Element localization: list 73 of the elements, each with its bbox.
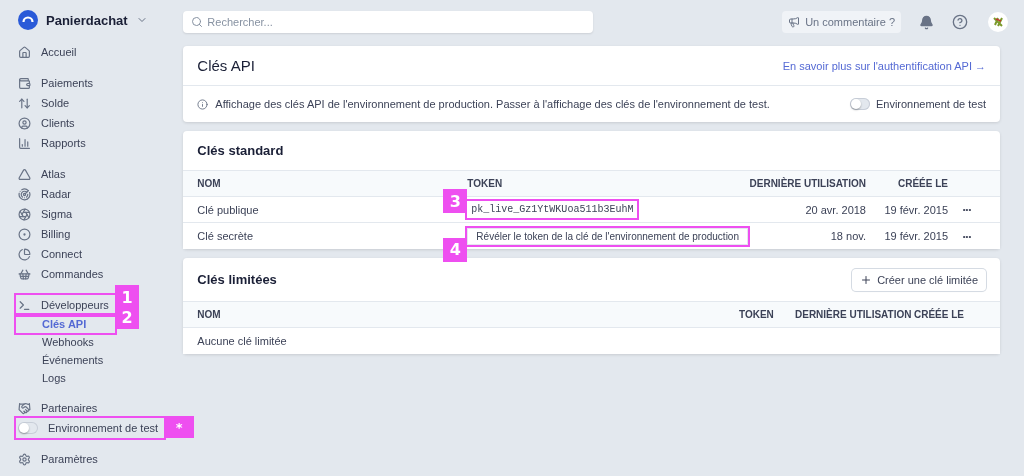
test-mode-toggle[interactable]: Environnement de test <box>849 98 986 110</box>
handshake-icon <box>18 401 31 415</box>
wallet-icon <box>18 76 31 90</box>
sidebar-item[interactable]: Radar <box>18 184 71 204</box>
key-name: Clé publique <box>197 203 260 216</box>
column-header: CRÉÉE LE <box>897 178 948 189</box>
sidebar-item[interactable]: Partenaires <box>18 398 98 418</box>
sidebar-item[interactable]: Clients <box>18 113 75 133</box>
column-header: NOM <box>197 309 222 320</box>
search-field[interactable]: Rechercher... <box>183 11 594 33</box>
sidebar-item[interactable]: Rapports <box>18 133 86 153</box>
logo-icon <box>18 10 38 30</box>
column-header: DERNIÈRE UTILISATION <box>748 178 866 189</box>
created-date: 19 févr. 2015 <box>883 203 948 216</box>
more-button[interactable]: ••• <box>948 230 986 242</box>
sidebar-item[interactable]: Webhooks <box>18 333 94 351</box>
plus-icon <box>860 273 873 286</box>
sidebar-item[interactable]: Paramètres <box>18 449 98 469</box>
token-value: pk_live_Gz1YtWKUoa511b3EuhM <box>470 203 635 217</box>
sidebar-item[interactable]: Clés API <box>16 315 115 333</box>
sidebar-item[interactable]: Solde <box>18 93 70 113</box>
column-header: TOKEN <box>739 309 775 320</box>
target-icon <box>18 227 31 241</box>
feedback-button[interactable]: Un commentaire ? <box>782 11 901 33</box>
sidebar-item[interactable]: Développeurs <box>16 295 115 315</box>
last-used-date: 20 avr. 2018 <box>804 203 866 216</box>
sidebar-item[interactable]: Logs <box>18 369 66 387</box>
sidebar-item[interactable]: Paiements <box>18 73 93 93</box>
home-icon <box>18 45 31 59</box>
bar-chart-icon <box>18 136 31 150</box>
user-icon <box>18 116 31 130</box>
sidebar-item[interactable]: Billing <box>18 224 71 244</box>
settings-icon <box>18 452 31 466</box>
column-header: TOKEN <box>467 178 504 189</box>
arrows-icon <box>18 96 31 110</box>
megaphone-icon <box>788 16 801 28</box>
docs-link[interactable]: En savoir plus sur l'authentification API → <box>782 59 986 72</box>
terminal-icon <box>18 298 31 312</box>
sidebar-item[interactable]: Connect <box>18 244 82 264</box>
section-title: Clés limitées <box>197 272 277 287</box>
create-key-button[interactable]: Créer une clé limitée <box>852 268 986 291</box>
pie-icon <box>18 247 31 261</box>
column-header: CRÉÉE LE <box>914 309 965 320</box>
created-date: 19 févr. 2015 <box>883 230 948 242</box>
sidebar-item[interactable]: Sigma <box>18 204 73 224</box>
key-name: Clé secrète <box>197 230 254 242</box>
last-used-date: 18 nov. <box>829 230 866 242</box>
reveal-token-button[interactable]: Révéler le token de la clé de l'environnement de production <box>467 227 748 245</box>
section-title: Clés standard <box>197 143 284 158</box>
sidebar-item[interactable]: Accueil <box>18 42 77 62</box>
sidebar-item[interactable]: Événements <box>18 351 104 369</box>
callout-badge: 4 <box>443 237 468 262</box>
account-name[interactable]: Panierdachat <box>46 12 128 28</box>
search-icon <box>191 16 204 28</box>
test-mode-toggle[interactable]: Environnement de test <box>16 418 165 438</box>
empty-message: Aucune clé limitée <box>197 335 288 347</box>
avatar-icon[interactable] <box>988 12 1008 32</box>
triangle-icon <box>18 167 31 181</box>
bell-icon[interactable] <box>919 14 934 30</box>
column-header: DERNIÈRE UTILISATION <box>795 309 913 320</box>
sidebar-item[interactable]: Commandes <box>18 264 104 284</box>
sidebar-item[interactable]: Atlas <box>18 164 66 184</box>
page-title: Clés API <box>197 57 255 74</box>
info-icon <box>197 98 209 110</box>
notice-text: Affichage des clés API de l'environnement de production. Passer à l'affichage des clés de l'environnement de test. <box>215 98 771 110</box>
more-button[interactable]: ••• <box>948 204 986 215</box>
help-icon[interactable] <box>952 14 968 30</box>
column-header: NOM <box>197 178 222 189</box>
callout-badge: 3 <box>443 189 468 213</box>
aperture-icon <box>18 207 31 221</box>
basket-icon <box>18 267 31 281</box>
radar-icon <box>18 187 31 201</box>
callout-badge: * <box>164 416 195 438</box>
